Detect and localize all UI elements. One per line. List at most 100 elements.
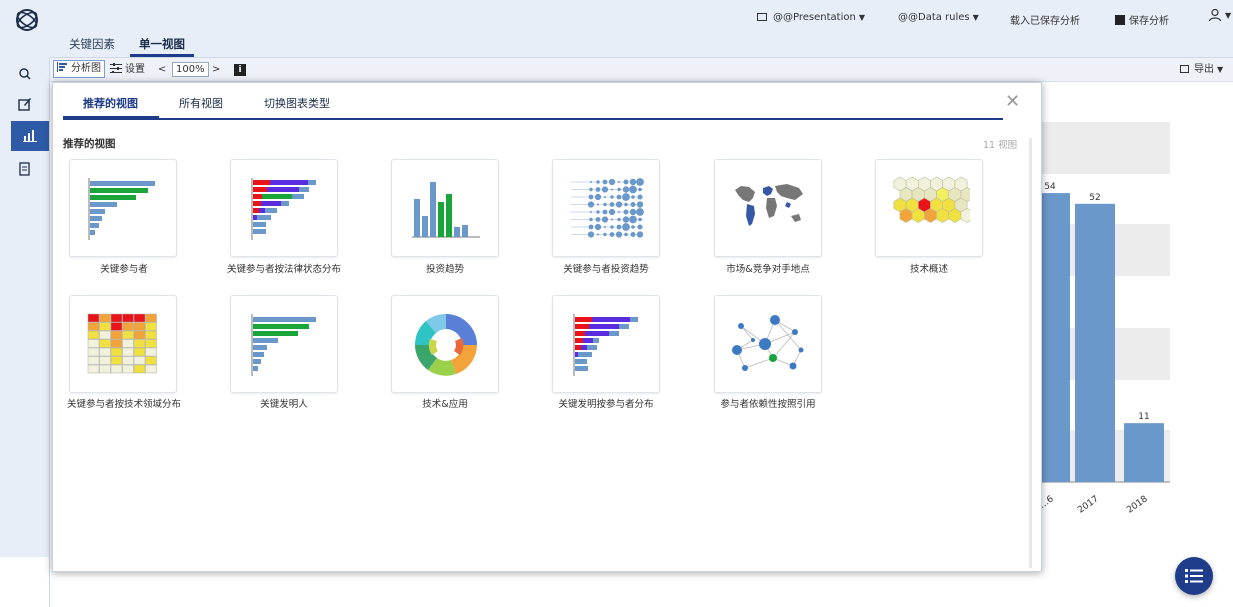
load-saved-analysis-button[interactable]: 载入已保存分析 [1010, 12, 1080, 27]
heat-cell [110, 313, 123, 323]
export-button[interactable]: 导出 ▼ [1180, 62, 1223, 78]
tab-all-views[interactable]: 所有视图 [179, 95, 223, 111]
bubble [602, 179, 608, 185]
view-card-investment-trend[interactable] [391, 159, 499, 257]
view-card-legal-status[interactable] [230, 159, 338, 257]
chart-bar[interactable] [1124, 423, 1164, 482]
heat-cell [99, 347, 111, 357]
view-card-player-dependency[interactable] [714, 295, 822, 393]
heat-cell [122, 322, 134, 331]
tab-switch-chart-type[interactable]: 切换图表类型 [264, 95, 330, 111]
bar-chart-horizontal-icon [251, 314, 316, 376]
heat-cell [110, 339, 123, 348]
modal-tabs: 推荐的视图 所有视图 切换图表类型 [63, 83, 1003, 120]
heat-cell [99, 330, 111, 340]
chart-x-tick-label: 2017 [1076, 494, 1100, 515]
close-icon[interactable]: ✕ [1005, 93, 1020, 111]
bubble [629, 215, 637, 224]
analysis-chart-button[interactable]: 分析图 [53, 60, 105, 78]
chart-x-tick-label: 2018 [1125, 494, 1150, 515]
bubble [587, 231, 595, 238]
rail-analysis-button[interactable] [11, 121, 49, 151]
section-title: 推荐的视图 [63, 138, 116, 150]
list-icon [1185, 569, 1203, 583]
heat-cell [145, 313, 157, 323]
view-card-technology-overview[interactable] [875, 159, 983, 257]
report-icon [19, 162, 30, 176]
bubble-grid-icon [571, 178, 644, 238]
bubble [617, 217, 621, 222]
settings-label: 设置 [125, 64, 145, 75]
stacked-bar-icon [573, 314, 638, 376]
heat-cell [87, 339, 100, 348]
bubble [636, 231, 644, 238]
bubble [615, 231, 623, 238]
rail-edit-button[interactable] [11, 90, 39, 118]
save-analysis-label: 保存分析 [1129, 16, 1169, 27]
tab-key-factors[interactable]: 关键因素 [60, 36, 124, 57]
network-graph-icon [732, 315, 804, 371]
bubble [590, 211, 592, 213]
user-menu[interactable]: ▼ [1208, 8, 1231, 22]
view-card-key-inventors[interactable] [230, 295, 338, 393]
save-analysis-button[interactable]: 保存分析 [1115, 12, 1169, 27]
presentation-icon [757, 13, 767, 21]
view-tabs: 关键因素 单一视图 [60, 36, 200, 57]
zoom-in-button[interactable]: > [212, 62, 220, 78]
view-card-label: 关键参与者投资趋势 [563, 264, 649, 275]
heat-cell [110, 347, 123, 357]
presentation-menu[interactable]: @@Presentation ▼ [757, 12, 865, 23]
view-card-market-competitors[interactable] [714, 159, 822, 257]
stacked-bar-icon [251, 178, 316, 240]
modal-scrollbar[interactable] [1029, 138, 1032, 568]
bubble [611, 188, 613, 191]
left-rail [0, 57, 50, 557]
data-rules-menu[interactable]: @@Data rules ▼ [898, 12, 979, 23]
view-card-key-players[interactable] [69, 159, 177, 257]
heat-cell [145, 330, 157, 340]
heat-cell [133, 330, 146, 340]
bubble [631, 225, 635, 229]
app-logo-icon[interactable] [14, 8, 40, 32]
rail-report-button[interactable] [11, 155, 39, 183]
bubble [616, 224, 622, 230]
user-icon [1208, 8, 1222, 22]
settings-button[interactable]: 设置 [110, 62, 145, 78]
zoom-level-field[interactable]: 100% [172, 62, 209, 77]
rail-search-button[interactable] [11, 60, 39, 88]
bubble [616, 194, 622, 200]
chart-bar[interactable] [1030, 193, 1070, 482]
bubble [596, 180, 600, 184]
heat-cell [122, 347, 134, 357]
view-card-tech-application[interactable] [391, 295, 499, 393]
view-card-inventions-by-player[interactable] [552, 295, 660, 393]
heat-cell [145, 356, 157, 365]
heat-cell [145, 339, 157, 348]
chevron-down-icon: ▼ [1217, 65, 1224, 74]
heat-cell [133, 322, 146, 331]
heat-cell [87, 330, 100, 340]
bubble [624, 202, 628, 207]
list-menu-button[interactable] [1175, 557, 1213, 595]
bubble [623, 179, 629, 185]
bubble [611, 218, 613, 221]
zoom-out-button[interactable]: < [158, 62, 166, 78]
bubble [631, 195, 635, 199]
bubble [589, 187, 593, 192]
info-icon[interactable]: i [234, 64, 246, 76]
bar-chart-icon [57, 62, 68, 78]
world-map-icon [735, 184, 803, 226]
load-saved-label: 载入已保存分析 [1010, 16, 1080, 27]
view-card-tech-field[interactable] [69, 295, 177, 393]
chart-bar[interactable] [1075, 203, 1115, 483]
heatmap-icon [87, 313, 157, 374]
bubble [630, 232, 636, 237]
tab-recommended-views[interactable]: 推荐的视图 [83, 95, 138, 111]
bubble [638, 187, 642, 192]
view-card-label: 关键发明按参与者分布 [558, 399, 654, 410]
bubble [636, 201, 644, 208]
heat-cell [99, 339, 111, 348]
bubble [623, 209, 629, 215]
view-card-player-investment-trend[interactable] [552, 159, 660, 257]
tab-single-view[interactable]: 单一视图 [130, 36, 194, 57]
